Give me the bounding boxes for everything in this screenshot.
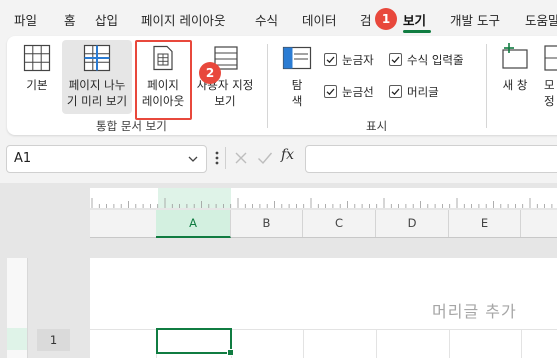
navigation-label-1: 탐 xyxy=(291,78,303,92)
row-header-1[interactable]: 1 xyxy=(37,329,70,351)
menu-page-layout[interactable]: 페이지 레이아웃 xyxy=(141,10,225,29)
page-break-preview-label-2: 기 미리 보기 xyxy=(66,94,128,108)
vertical-ruler-selection xyxy=(7,328,27,350)
group-separator xyxy=(267,44,268,128)
menu-developer[interactable]: 개발 도구 xyxy=(450,10,500,29)
group-separator xyxy=(486,44,487,128)
checkbox-checked-icon xyxy=(324,53,337,66)
menu-home[interactable]: 홈 xyxy=(64,10,76,29)
vertical-ruler[interactable] xyxy=(7,258,28,358)
checkbox-checked-icon xyxy=(389,85,402,98)
callout-badge-1: 1 xyxy=(375,8,397,30)
workbook-views-group-label: 통합 문서 보기 xyxy=(96,119,167,133)
navigation-label-2: 색 xyxy=(291,94,303,108)
horizontal-ruler[interactable] xyxy=(90,188,557,208)
navigation-icon xyxy=(282,46,312,70)
new-window-button[interactable]: 새 창 xyxy=(494,42,536,112)
headings-label: 머리글 xyxy=(407,85,439,99)
page-break-preview-button[interactable]: 페이지 나누 기 미리 보기 xyxy=(62,42,132,112)
page-break-preview-icon xyxy=(83,44,111,72)
name-box-value: A1 xyxy=(14,151,32,166)
active-tab-indicator xyxy=(403,30,431,33)
menu-help[interactable]: 도움말 xyxy=(525,10,557,29)
normal-view-icon xyxy=(23,44,51,72)
ruler-checkbox[interactable]: 눈금자 xyxy=(324,52,374,68)
more-options-icon[interactable] xyxy=(214,150,220,166)
page-layout-label-2: 레이아웃 xyxy=(141,94,185,108)
column-header-f[interactable] xyxy=(521,210,557,237)
arrange-all-label-1: 모 xyxy=(544,78,555,92)
menu-bar: 파일 홈 삽입 페이지 레이아웃 수식 데이터 검 보기 개발 도구 도움말 xyxy=(0,0,557,36)
arrange-all-label-2: 정 xyxy=(544,94,555,108)
new-window-icon xyxy=(502,43,528,69)
menu-view[interactable]: 보기 xyxy=(403,10,426,29)
menu-formulas[interactable]: 수식 xyxy=(255,10,278,29)
new-window-label: 새 창 xyxy=(502,78,528,92)
show-group-label: 표시 xyxy=(366,119,388,133)
add-header-placeholder[interactable]: 머리글 추가 xyxy=(432,298,517,322)
ruler-ticks xyxy=(91,198,553,208)
name-box[interactable]: A1 xyxy=(6,145,207,173)
column-header-e[interactable]: E xyxy=(449,210,521,237)
menu-data[interactable]: 데이터 xyxy=(302,10,337,29)
formula-bar-divider xyxy=(225,147,226,169)
normal-view-button[interactable]: 기본 xyxy=(14,42,60,112)
column-header-c[interactable]: C xyxy=(303,210,376,237)
headings-checkbox[interactable]: 머리글 xyxy=(389,84,439,100)
fill-handle[interactable] xyxy=(227,349,234,356)
enter-check-icon[interactable] xyxy=(257,151,273,165)
page-layout-icon xyxy=(153,45,173,71)
menu-file[interactable]: 파일 xyxy=(14,10,37,29)
callout-badge-2: 2 xyxy=(199,62,221,84)
column-header-row: A B C D E xyxy=(90,210,557,238)
cancel-icon[interactable] xyxy=(234,151,248,165)
normal-view-label: 기본 xyxy=(26,78,48,92)
checkbox-checked-icon xyxy=(389,53,402,66)
column-header-d[interactable]: D xyxy=(376,210,449,237)
cell-a1[interactable] xyxy=(156,328,234,356)
gridlines-label: 눈금선 xyxy=(342,85,374,99)
menu-review[interactable]: 검 xyxy=(360,10,372,29)
insert-function-button[interactable]: fx xyxy=(281,147,294,163)
custom-views-label-2: 보기 xyxy=(214,94,236,108)
page-layout-view-button[interactable]: 페이지 레이아웃 xyxy=(137,42,189,112)
formula-input[interactable] xyxy=(305,145,557,173)
navigation-button[interactable]: 탐 색 xyxy=(276,42,318,112)
formula-bar-label: 수식 입력줄 xyxy=(407,53,464,67)
page-break-preview-label-1: 페이지 나누 xyxy=(68,78,126,92)
column-header-a[interactable]: A xyxy=(156,210,231,238)
arrange-all-button[interactable]: 모 정 xyxy=(540,42,557,112)
checkbox-checked-icon xyxy=(324,85,337,98)
ruler-label: 눈금자 xyxy=(342,53,374,67)
arrange-all-icon xyxy=(544,45,557,71)
gridlines-checkbox[interactable]: 눈금선 xyxy=(324,84,374,100)
chevron-down-icon[interactable] xyxy=(188,155,198,163)
page-layout-label-1: 페이지 xyxy=(147,78,179,92)
menu-insert[interactable]: 삽입 xyxy=(95,10,118,29)
formula-bar-checkbox[interactable]: 수식 입력줄 xyxy=(389,52,464,68)
column-header-b[interactable]: B xyxy=(231,210,303,237)
